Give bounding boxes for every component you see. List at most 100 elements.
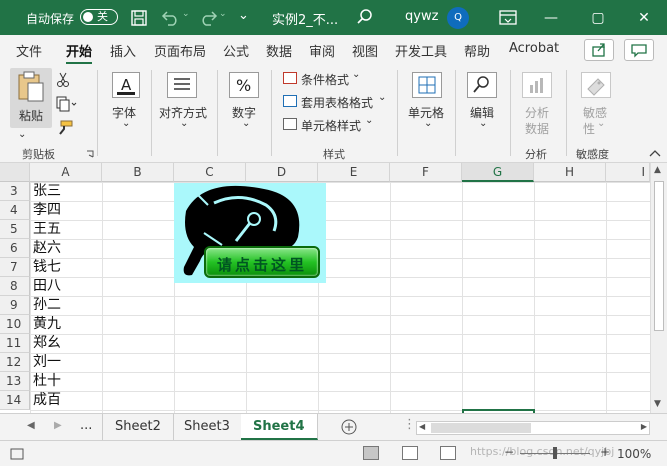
row-header[interactable]: 4 [0,201,30,220]
format-painter-icon[interactable] [56,120,74,136]
zoom-out-icon[interactable]: − [504,445,514,459]
column-header-g[interactable]: G [462,163,534,182]
sheet-tab-sheet4[interactable]: Sheet4 [241,414,318,440]
select-all-corner[interactable] [0,163,30,182]
restore-button[interactable]: ▢ [588,9,608,27]
tab-help[interactable]: 帮助 [464,41,490,60]
tab-split-handle-icon[interactable]: ⋮ [403,417,416,432]
redo-dropdown-icon[interactable]: ⌄ [219,9,227,19]
tab-formulas[interactable]: 公式 [223,41,249,60]
cell-a7[interactable]: 钱七 [33,258,61,277]
chevron-down-icon[interactable]: ⌄ [378,92,386,103]
more-sheets[interactable]: ... [80,418,92,433]
next-sheet-icon[interactable]: ▶ [54,420,62,431]
column-header-b[interactable]: B [102,163,174,182]
undo-icon[interactable] [160,10,182,26]
row-header[interactable]: 7 [0,258,30,277]
undo-dropdown-icon[interactable]: ⌄ [182,9,190,19]
cell-a4[interactable]: 李四 [33,201,61,220]
column-header-c[interactable]: C [174,163,246,182]
copy-icon[interactable] [56,96,78,112]
minimize-button[interactable]: — [541,9,561,27]
row-header[interactable]: 6 [0,239,30,258]
tab-developer[interactable]: 开发工具 [395,41,447,60]
cell-a8[interactable]: 田八 [33,277,61,296]
paste-button[interactable]: 粘贴 [10,68,52,128]
horizontal-scrollbar[interactable]: ◀ ▶ [416,421,650,435]
zoom-slider-thumb[interactable] [553,447,557,459]
chevron-down-icon[interactable]: ⌄ [242,118,250,129]
table-format-button[interactable]: 套用表格格式 [301,94,373,111]
embedded-picture[interactable]: 请点击这里 [174,183,326,283]
cell-a9[interactable]: 孙二 [33,296,61,315]
close-button[interactable]: ✕ [634,9,654,27]
page-break-view-button[interactable] [440,446,456,460]
scroll-down-icon[interactable]: ▼ [654,399,661,409]
column-header-d[interactable]: D [246,163,318,182]
zoom-level[interactable]: 100% [617,447,651,461]
row-header[interactable]: 8 [0,277,30,296]
chevron-down-icon[interactable]: ⌄ [479,118,487,129]
vertical-scroll-thumb[interactable] [654,181,664,331]
column-header-a[interactable]: A [30,163,102,182]
chevron-down-icon[interactable]: ⌄ [365,115,373,126]
chevron-down-icon[interactable]: ⌄ [352,69,360,80]
column-header-e[interactable]: E [318,163,390,182]
row-header[interactable]: 5 [0,220,30,239]
customize-qat-icon[interactable]: ⌄ [238,8,249,23]
tab-review[interactable]: 审阅 [309,41,335,60]
chevron-down-icon[interactable]: ⌄ [424,118,432,129]
cell-a3[interactable]: 张三 [33,182,61,201]
cell-area[interactable] [30,182,650,413]
ribbon-display-options-icon[interactable] [499,10,517,26]
scroll-left-icon[interactable]: ◀ [419,422,425,431]
cell-a13[interactable]: 杜十 [33,372,61,391]
row-header[interactable]: 3 [0,182,30,201]
column-header-h[interactable]: H [534,163,606,182]
tab-data[interactable]: 数据 [266,41,292,60]
column-header-i[interactable]: I [606,163,650,182]
share-button[interactable] [584,39,614,61]
prev-sheet-icon[interactable]: ◀ [27,420,35,431]
sheet-tab-sheet2[interactable]: Sheet2 [102,414,174,440]
save-icon[interactable] [131,10,147,26]
editing-button[interactable] [467,72,497,98]
tab-file[interactable]: 文件 [16,41,42,60]
cut-icon[interactable] [56,72,70,88]
chevron-down-icon[interactable]: ⌄ [597,118,605,129]
cell-a10[interactable]: 黄九 [33,315,61,334]
vertical-scrollbar[interactable]: ▲ ▼ [650,163,667,413]
tab-insert[interactable]: 插入 [110,41,136,60]
page-layout-view-button[interactable] [402,446,418,460]
row-header[interactable]: 14 [0,391,30,410]
paste-dropdown-icon[interactable]: ⌄ [18,129,26,140]
column-header-f[interactable]: F [390,163,462,182]
cell-style-button[interactable]: 单元格样式 [301,117,361,134]
avatar[interactable]: Q [447,7,469,29]
conditional-format-button[interactable]: 条件格式 [301,71,349,88]
sensitivity-button[interactable] [581,72,611,98]
scroll-up-icon[interactable]: ▲ [654,165,661,175]
add-sheet-icon[interactable] [341,419,357,435]
chevron-down-icon[interactable]: ⌄ [180,118,188,129]
row-header[interactable]: 13 [0,372,30,391]
analyze-data-button[interactable] [522,72,552,98]
row-header[interactable]: 11 [0,334,30,353]
row-header[interactable]: 9 [0,296,30,315]
row-header[interactable]: 10 [0,315,30,334]
alignment-button[interactable] [167,72,197,98]
cell-a14[interactable]: 成百 [33,391,61,410]
sheet-tab-sheet3[interactable]: Sheet3 [172,414,243,440]
tab-acrobat[interactable]: Acrobat [509,41,559,56]
cell-a12[interactable]: 刘一 [33,353,61,372]
normal-view-button[interactable] [363,446,379,460]
autosave-toggle[interactable]: 关 [80,9,118,25]
comments-button[interactable] [624,39,654,61]
font-button[interactable]: A [112,72,140,98]
redo-icon[interactable] [197,10,219,26]
number-button[interactable]: % [229,72,259,98]
cell-a5[interactable]: 王五 [33,220,61,239]
cells-button[interactable] [412,72,442,98]
collapse-ribbon-icon[interactable] [649,148,661,158]
row-header[interactable]: 12 [0,353,30,372]
